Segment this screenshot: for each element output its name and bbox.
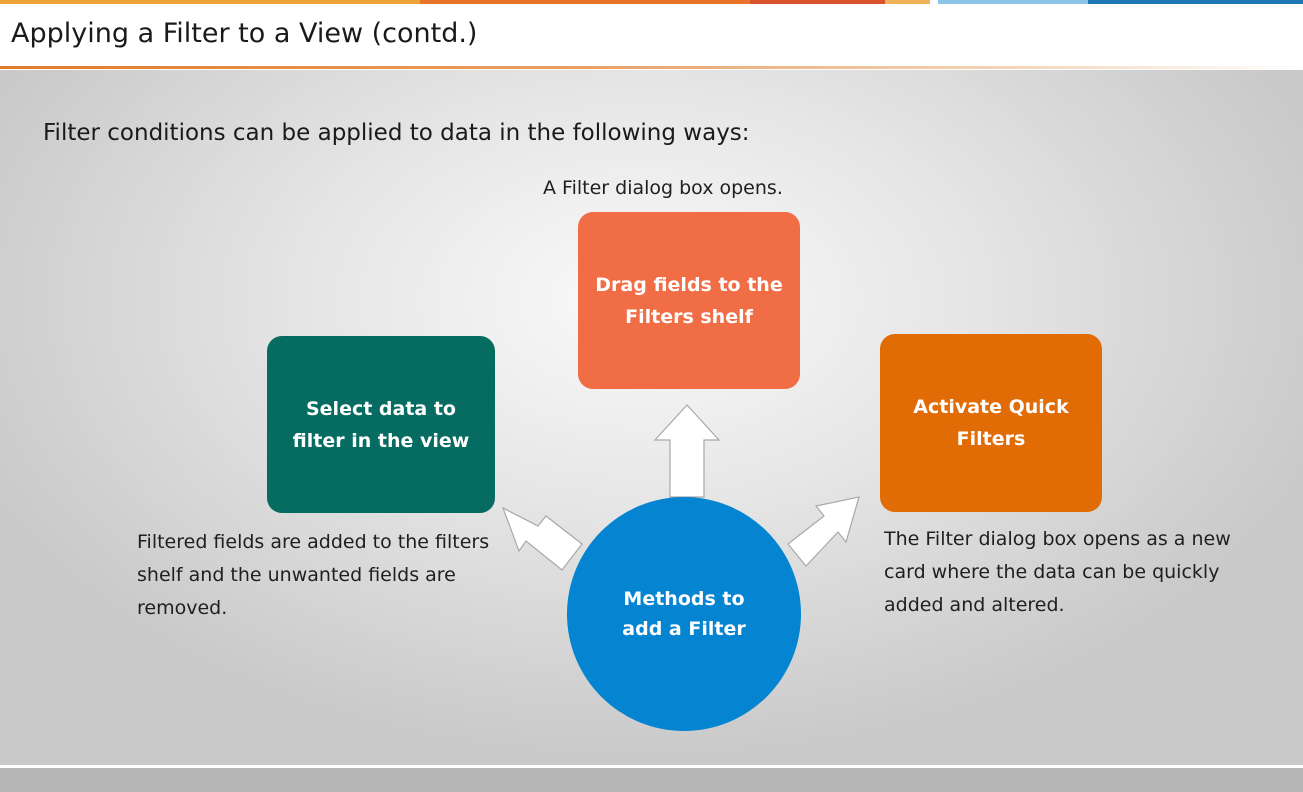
arrow-up-icon [653, 404, 721, 498]
center-circle-label: Methods to add a Filter [622, 584, 745, 644]
center-circle: Methods to add a Filter [567, 497, 801, 731]
caption-right: The Filter dialog box opens as a new car… [884, 528, 1231, 616]
center-line: add a Filter [622, 618, 746, 640]
caption-left: Filtered fields are added to the filters… [137, 531, 490, 619]
arrow-up-left-icon [501, 506, 583, 571]
center-line: Methods to [623, 588, 745, 610]
arrow-up-right-icon [787, 496, 860, 567]
footer-bar [0, 768, 1303, 792]
